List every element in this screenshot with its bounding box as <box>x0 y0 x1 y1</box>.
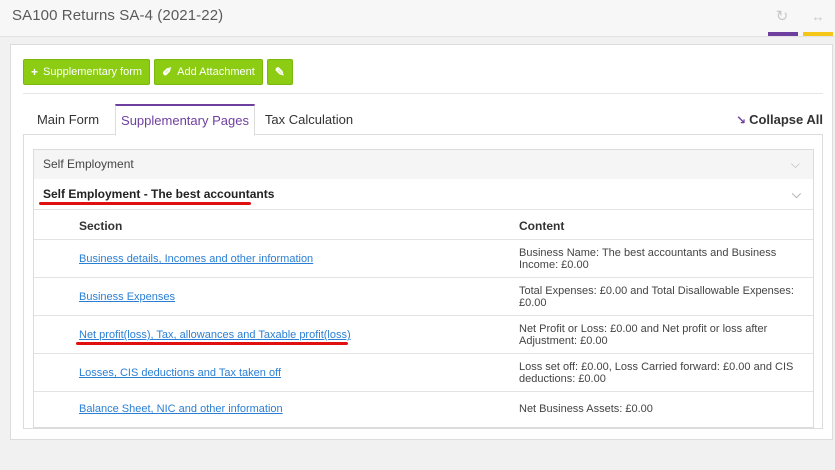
accordion-body: Self Employment - The best accountants ⌵… <box>33 179 814 428</box>
section-content: Net Profit or Loss: £0.00 and Net profit… <box>519 323 768 347</box>
table-header: Section Content <box>34 210 813 240</box>
add-attachment-button[interactable]: ✐ Add Attachment <box>154 59 263 85</box>
accordion-self-employment[interactable]: Self Employment ⌵ <box>33 149 814 180</box>
supplementary-form-label: Supplementary form <box>43 66 143 78</box>
tab-bar: Main Form Supplementary Pages Tax Calcul… <box>23 104 823 136</box>
column-header-section: Section <box>79 219 123 233</box>
table-row: Net profit(loss), Tax, allowances and Ta… <box>34 316 813 354</box>
collapse-all-button[interactable]: ↘ Collapse All <box>736 104 823 135</box>
expand-arrows-icon[interactable]: ↔ <box>809 9 827 25</box>
column-header-content: Content <box>519 219 565 233</box>
section-link[interactable]: Losses, CIS deductions and Tax taken off <box>79 367 281 379</box>
sub-accordion-header[interactable]: Self Employment - The best accountants ⌵ <box>34 179 813 210</box>
top-bar: SA100 Returns SA-4 (2021-22) ↻ ↔ <box>0 0 835 37</box>
table-row: Losses, CIS deductions and Tax taken off… <box>34 354 813 392</box>
main-panel: + Supplementary form ✐ Add Attachment ✎ … <box>10 44 833 440</box>
chevron-down-icon[interactable]: ⌵ <box>791 150 800 179</box>
section-content: Loss set off: £0.00, Loss Carried forwar… <box>519 361 794 385</box>
section-link[interactable]: Business details, Incomes and other info… <box>79 253 313 265</box>
tab-supplementary-pages[interactable]: Supplementary Pages <box>115 104 255 136</box>
table-row: Business Expenses Total Expenses: £0.00 … <box>34 278 813 316</box>
table-row: Balance Sheet, NIC and other information… <box>34 392 813 427</box>
collapse-icon: ↘ <box>736 113 747 127</box>
refresh-icon[interactable]: ↻ <box>774 9 790 25</box>
edit-button[interactable]: ✎ <box>266 59 293 85</box>
section-content: Business Name: The best accountants and … <box>519 247 777 271</box>
plus-icon: + <box>31 65 39 79</box>
section-content: Net Business Assets: £0.00 <box>519 403 653 415</box>
section-link[interactable]: Balance Sheet, NIC and other information <box>79 403 283 415</box>
accordion-title: Self Employment <box>43 157 134 171</box>
section-link[interactable]: Net profit(loss), Tax, allowances and Ta… <box>79 329 351 341</box>
accent-bar-yellow <box>803 32 833 36</box>
chevron-down-icon[interactable]: ⌵ <box>792 179 801 209</box>
tab-main-form[interactable]: Main Form <box>23 104 113 135</box>
sub-accordion-title: Self Employment - The best accountants <box>43 187 275 201</box>
tab-content: Self Employment ⌵ Self Employment - The … <box>23 135 823 429</box>
page-footer-area <box>0 440 835 470</box>
tab-tax-calculation[interactable]: Tax Calculation <box>257 104 361 135</box>
paperclip-icon: ✐ <box>162 65 173 79</box>
table-row: Business details, Incomes and other info… <box>34 240 813 278</box>
section-content: Total Expenses: £0.00 and Total Disallow… <box>519 285 794 309</box>
page-title: SA100 Returns SA-4 (2021-22) <box>12 7 224 24</box>
add-attachment-label: Add Attachment <box>177 66 255 78</box>
edit-icon: ✎ <box>274 65 285 79</box>
accent-bar-purple <box>768 32 798 36</box>
supplementary-form-button[interactable]: + Supplementary form <box>23 59 151 85</box>
section-link[interactable]: Business Expenses <box>79 291 175 303</box>
collapse-all-label: Collapse All <box>749 112 823 127</box>
red-annotation-underline <box>76 342 348 345</box>
red-annotation-underline <box>39 202 251 205</box>
toolbar: + Supplementary form ✐ Add Attachment ✎ <box>23 59 293 85</box>
toolbar-divider <box>23 93 823 94</box>
